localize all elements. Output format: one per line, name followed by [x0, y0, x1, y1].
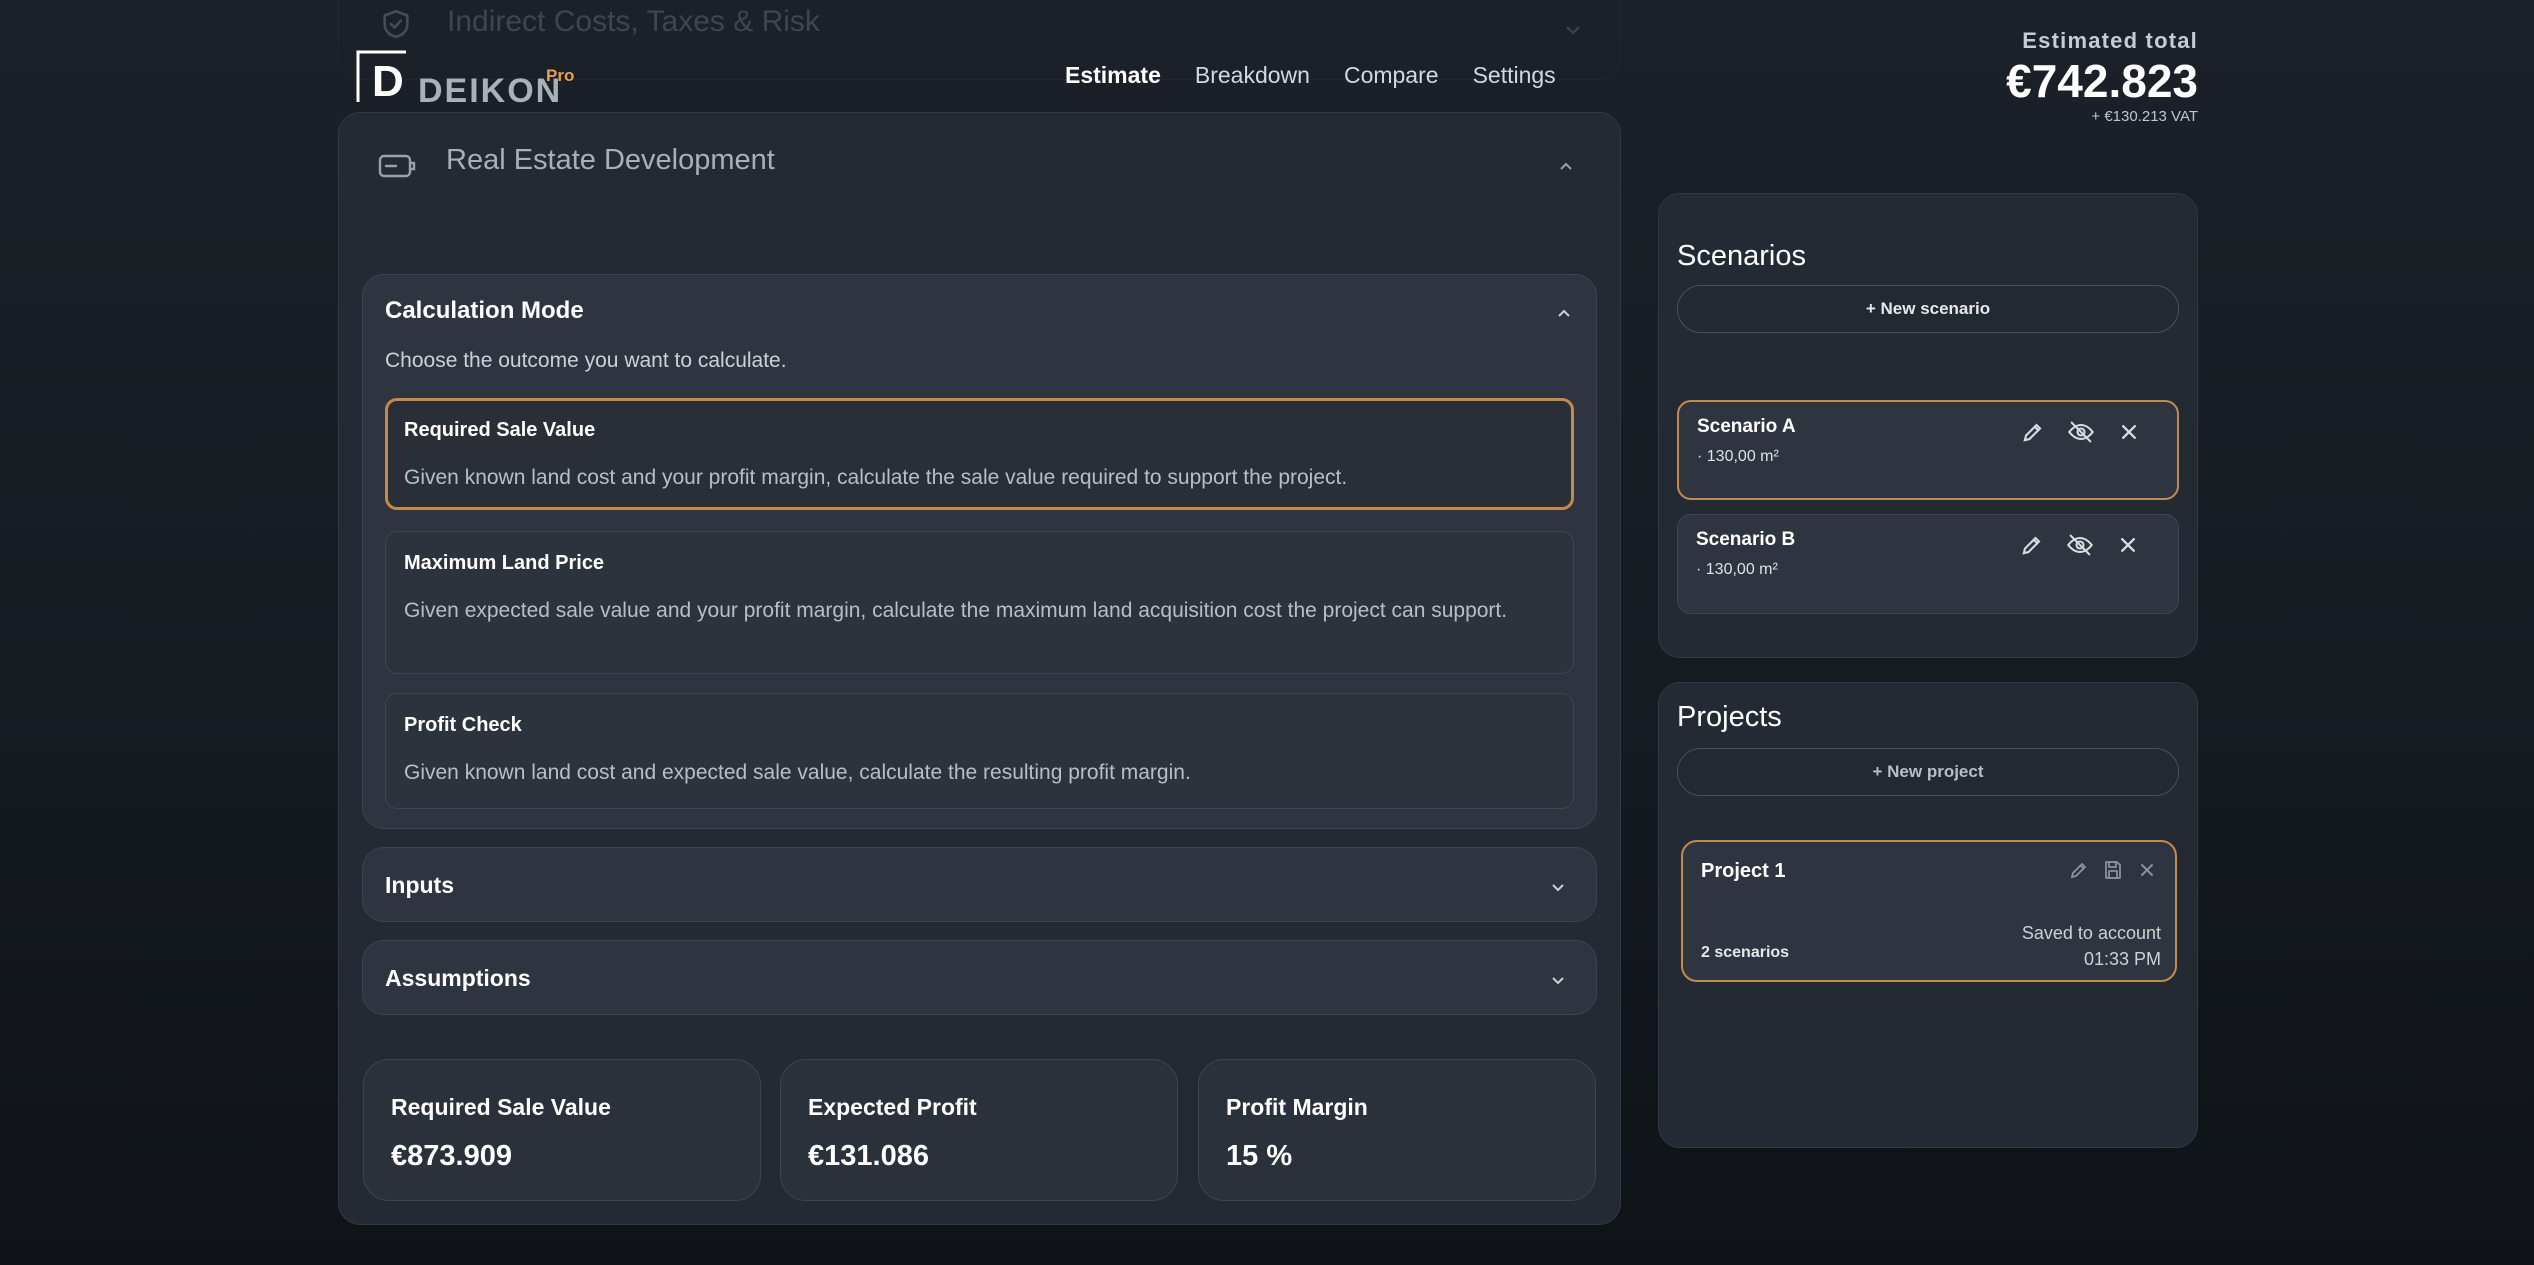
inputs-section[interactable]: Inputs: [362, 847, 1597, 922]
option-description: Given known land cost and expected sale …: [404, 761, 1191, 784]
inputs-title: Inputs: [385, 872, 454, 898]
total-value: €742.823: [2006, 55, 2198, 107]
pro-badge: Pro: [546, 66, 575, 85]
chevron-down-icon: [1564, 23, 1582, 41]
option-title: Profit Check: [404, 714, 522, 736]
assumptions-section[interactable]: Assumptions: [362, 940, 1597, 1015]
edit-icon[interactable]: [2019, 418, 2047, 446]
edit-icon[interactable]: [2018, 531, 2046, 559]
assumptions-title: Assumptions: [385, 965, 531, 991]
chevron-up-icon[interactable]: [1556, 305, 1572, 323]
stat-required-sale-value: Required Sale Value €873.909: [363, 1059, 761, 1201]
option-title: Required Sale Value: [404, 419, 596, 441]
calculation-mode-title: Calculation Mode: [385, 297, 584, 324]
save-status-text: Saved to account: [2021, 923, 2161, 943]
stat-value: €131.086: [808, 1140, 929, 1172]
scenario-name: Scenario A: [1697, 416, 1796, 437]
scenario-card-a[interactable]: Scenario A · 130,00 m²: [1677, 400, 2179, 500]
stat-label: Expected Profit: [808, 1094, 977, 1120]
stat-value: €873.909: [391, 1140, 512, 1172]
nav-settings[interactable]: Settings: [1473, 62, 1556, 89]
scenario-card-b[interactable]: Scenario B · 130,00 m²: [1677, 514, 2179, 614]
scenario-area: · 130,00 m²: [1696, 561, 1778, 578]
nav-estimate[interactable]: Estimate: [1065, 62, 1161, 89]
close-icon[interactable]: [2115, 418, 2143, 446]
calculation-mode-subtitle: Choose the outcome you want to calculate…: [385, 349, 787, 372]
nav-compare[interactable]: Compare: [1344, 62, 1439, 89]
save-status-time: 01:33 PM: [2083, 949, 2161, 969]
eye-off-icon[interactable]: [2066, 531, 2094, 559]
scenarios-title: Scenarios: [1677, 240, 1806, 272]
project-save-status: Saved to account 01:33 PM: [2022, 920, 2161, 972]
option-description: Given known land cost and your profit ma…: [404, 466, 1348, 489]
svg-text:D: D: [372, 57, 404, 106]
chevron-down-icon: [1550, 973, 1566, 991]
new-scenario-button[interactable]: + New scenario: [1677, 285, 2179, 333]
projects-title: Projects: [1677, 701, 1782, 733]
option-required-sale-value[interactable]: Required Sale Value Given known land cos…: [385, 398, 1574, 510]
option-title: Maximum Land Price: [404, 552, 605, 574]
projects-panel: Projects + New project Project 1 2 scena…: [1658, 682, 2198, 1148]
scenario-name: Scenario B: [1696, 529, 1796, 550]
section-title: Real Estate Development: [446, 144, 775, 176]
section-title: Indirect Costs, Taxes & Risk: [447, 5, 820, 38]
project-scenario-count: 2 scenarios: [1701, 944, 1790, 961]
total-vat: + €130.213 VAT: [2091, 108, 2198, 125]
total-label: Estimated total: [2022, 28, 2198, 53]
calculation-mode-card: Calculation Mode Choose the outcome you …: [362, 274, 1597, 829]
project-name: Project 1: [1701, 860, 1786, 882]
eye-off-icon[interactable]: [2067, 418, 2095, 446]
app-logo[interactable]: D DEIKON Pro: [354, 46, 594, 110]
stat-label: Required Sale Value: [391, 1094, 611, 1120]
section-header-real-estate[interactable]: Real Estate Development: [378, 140, 1588, 190]
estimated-total: Estimated total €742.823 + €130.213 VAT: [2006, 28, 2198, 125]
close-icon[interactable]: [2135, 858, 2159, 882]
chevron-up-icon: [1558, 158, 1574, 176]
logo-mark-icon: D: [356, 50, 406, 106]
stat-value: 15 %: [1226, 1140, 1293, 1172]
ticket-icon: [378, 152, 416, 180]
stat-label: Profit Margin: [1226, 1094, 1368, 1120]
stat-expected-profit: Expected Profit €131.086: [780, 1059, 1178, 1201]
scenario-area: · 130,00 m²: [1697, 448, 1779, 465]
save-icon[interactable]: [2101, 858, 2125, 882]
close-icon[interactable]: [2114, 531, 2142, 559]
option-description: Given expected sale value and your profi…: [404, 599, 1508, 622]
scenarios-panel: Scenarios + New scenario Scenario A · 13…: [1658, 193, 2198, 658]
nav-breakdown[interactable]: Breakdown: [1195, 62, 1310, 89]
brand-name: DEIKON: [418, 72, 563, 110]
stat-profit-margin: Profit Margin 15 %: [1198, 1059, 1596, 1201]
project-card[interactable]: Project 1 2 scenarios Saved to account 0…: [1681, 840, 2177, 982]
new-project-button[interactable]: + New project: [1677, 748, 2179, 796]
main-nav: Estimate Breakdown Compare Settings: [1065, 62, 1556, 89]
shield-check-icon: [379, 7, 413, 41]
option-maximum-land-price[interactable]: Maximum Land Price Given expected sale v…: [385, 531, 1574, 674]
chevron-down-icon: [1550, 880, 1566, 898]
option-profit-check[interactable]: Profit Check Given known land cost and e…: [385, 693, 1574, 809]
edit-icon[interactable]: [2067, 858, 2091, 882]
